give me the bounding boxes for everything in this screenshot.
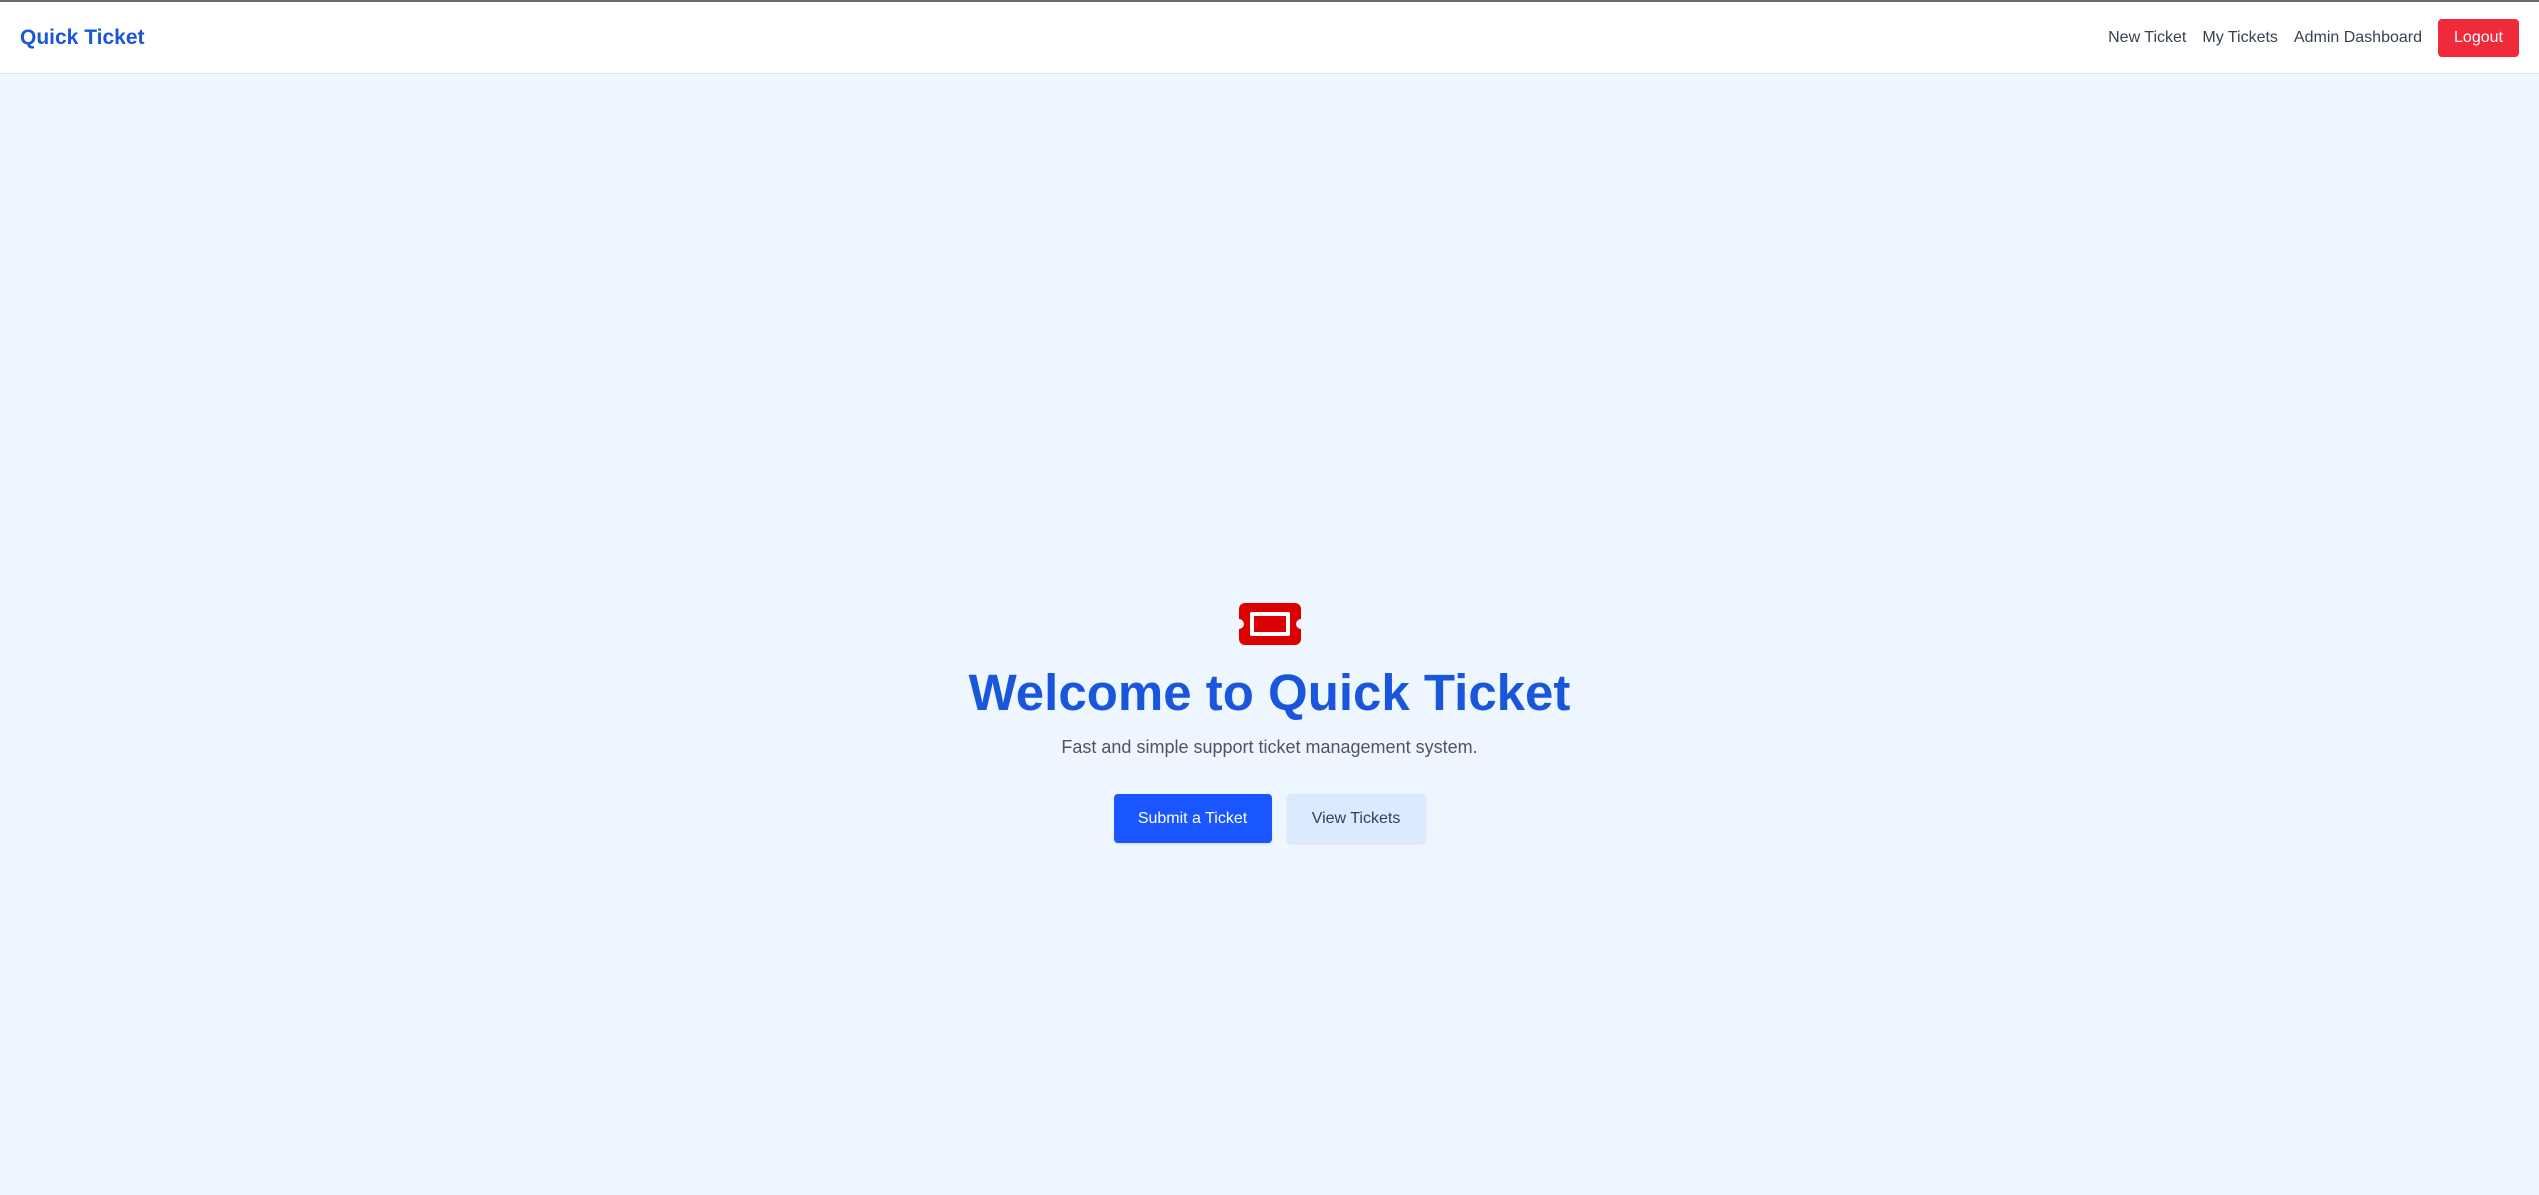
ticket-icon [1238,603,1301,645]
nav-links: New Ticket My Tickets Admin Dashboard Lo… [2092,18,2519,57]
logout-button[interactable]: Logout [2438,18,2519,57]
nav-link-new-ticket[interactable]: New Ticket [2108,29,2186,47]
navbar: Quick Ticket New Ticket My Tickets Admin… [0,0,2539,74]
submit-ticket-button[interactable]: Submit a Ticket [1113,794,1272,843]
hero-title: Welcome to Quick Ticket [968,664,1571,721]
hero-actions: Submit a Ticket View Tickets [0,794,2539,843]
hero-section: Welcome to Quick Ticket Fast and simple … [0,75,2539,1195]
hero-content: Welcome to Quick Ticket Fast and simple … [0,603,2539,843]
hero-subtitle: Fast and simple support ticket managemen… [1061,737,1478,757]
view-tickets-button[interactable]: View Tickets [1286,794,1426,843]
nav-link-my-tickets[interactable]: My Tickets [2202,29,2278,47]
nav-link-admin-dashboard[interactable]: Admin Dashboard [2294,29,2422,47]
brand-logo[interactable]: Quick Ticket [20,26,145,50]
